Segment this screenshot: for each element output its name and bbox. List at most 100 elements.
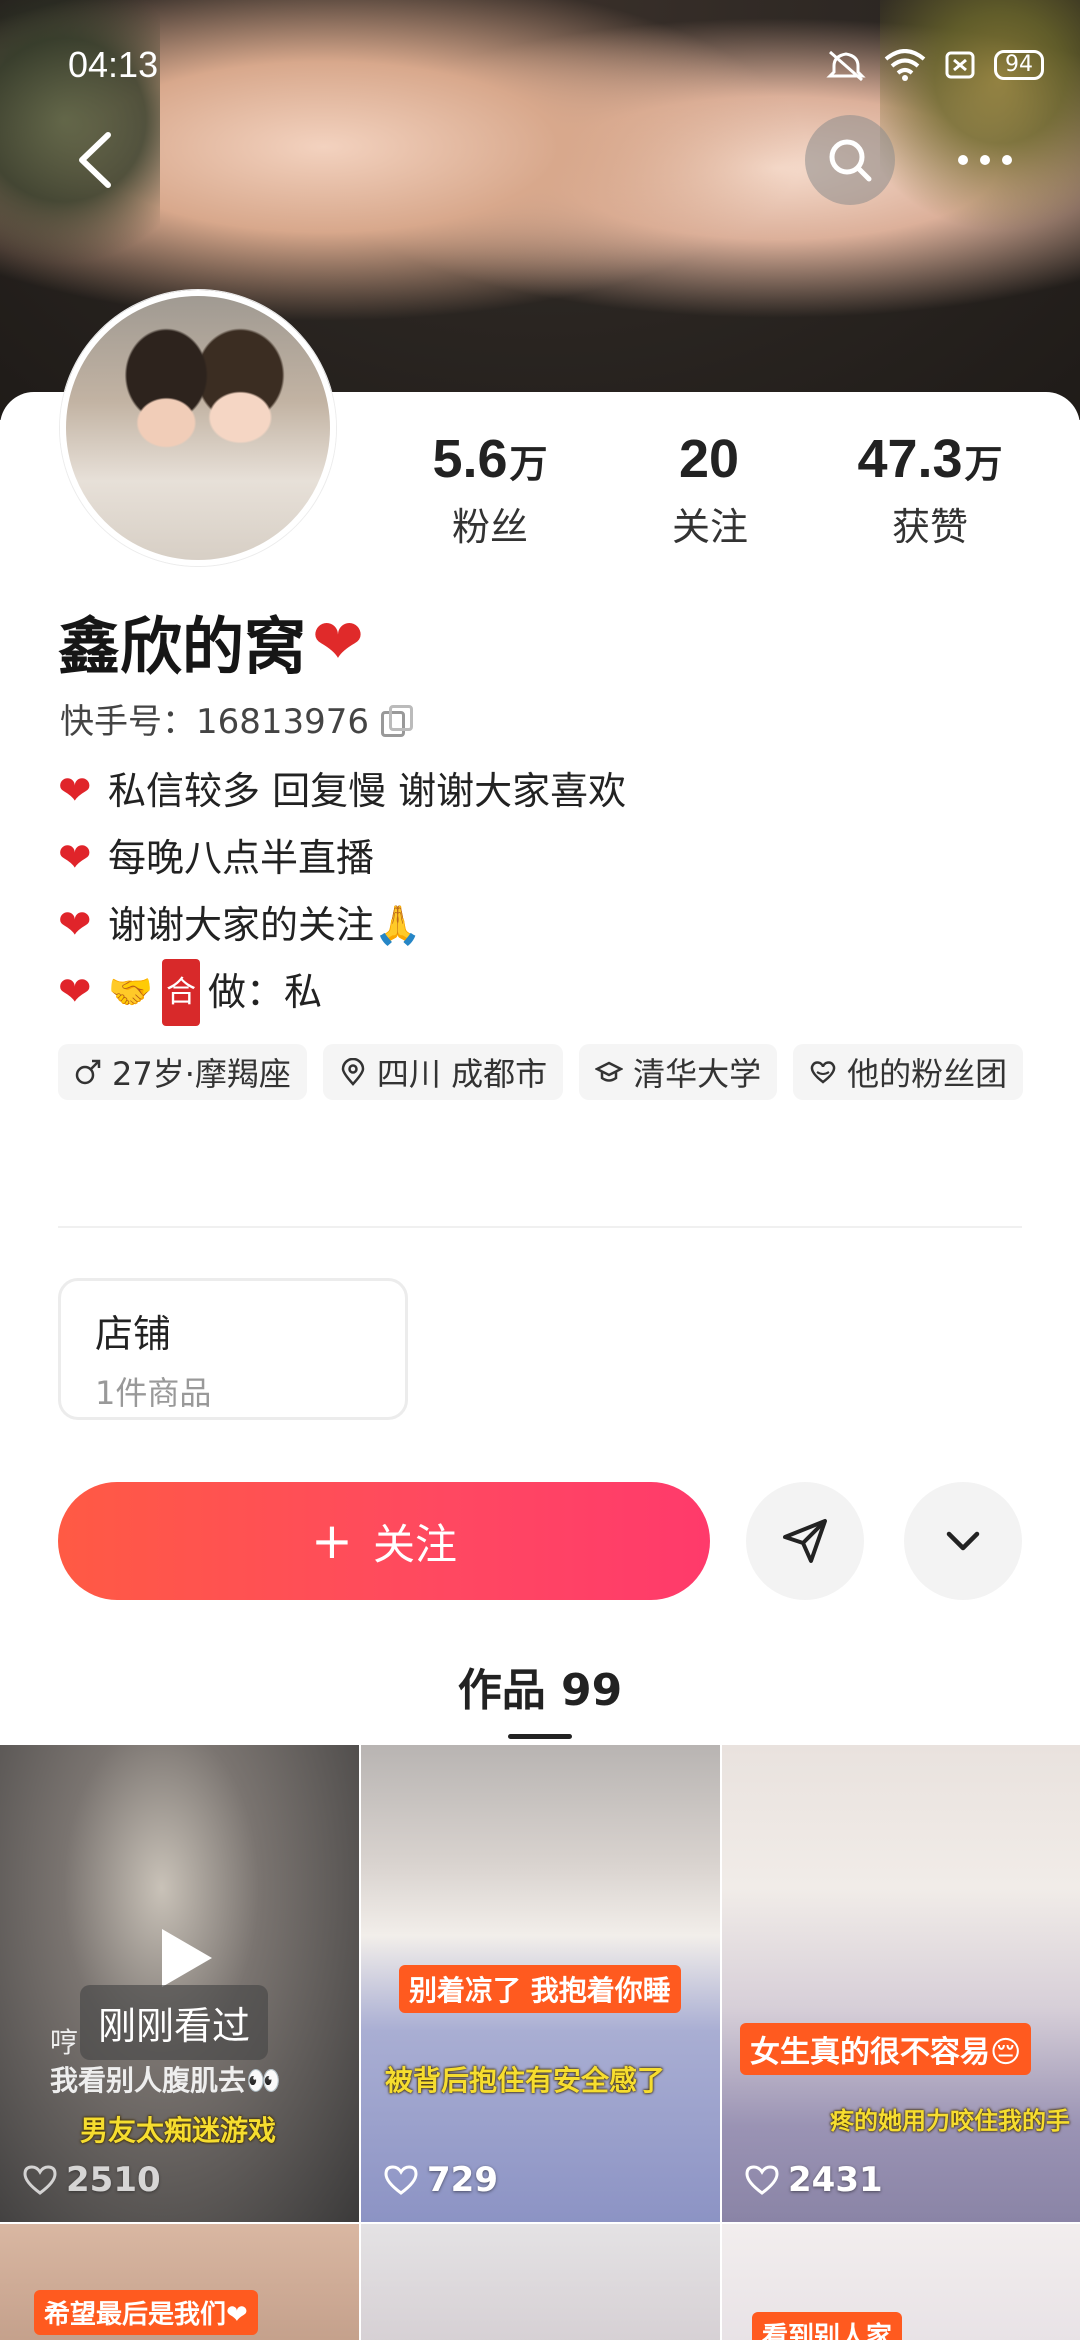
stat-fans-unit: 万 — [509, 442, 548, 486]
bio-text: 做：私 — [208, 970, 323, 1014]
tag-fan-club[interactable]: 他的粉丝团 — [793, 1044, 1024, 1100]
stat-following-value: 20 — [678, 429, 740, 489]
status-icons: 94 — [826, 48, 1044, 82]
status-bar: 04:13 94 — [68, 40, 1044, 90]
bio-text: 每晚八点半直播 — [108, 836, 375, 880]
more-dots-icon — [958, 155, 1012, 165]
search-button[interactable] — [805, 115, 895, 205]
heart-outline-icon — [23, 2165, 57, 2195]
tab-active-indicator — [508, 1734, 572, 1739]
video-likes: 729 — [383, 2160, 498, 2200]
tag-location[interactable]: 四川 成都市 — [322, 1044, 564, 1100]
stat-likes-value: 47.3 — [857, 429, 963, 489]
heart-icon: ❤ — [58, 835, 92, 881]
tag-location-text: 四川 成都市 — [376, 1055, 548, 1093]
video-tile[interactable]: 别着凉了 我抱着你睡 被背后抱住有安全感了 729 — [361, 1745, 720, 2222]
status-time: 04:13 — [68, 44, 159, 85]
bio: ❤ 私信较多 回复慢 谢谢大家喜欢 ❤ 每晚八点半直播 ❤ 谢谢大家的关注🙏 ❤… — [58, 758, 626, 1026]
video-caption-bottom: 男友太痴迷游戏 — [80, 2114, 277, 2147]
section-divider — [58, 1226, 1022, 1228]
tag-age-text: 27岁·摩羯座 — [112, 1055, 291, 1093]
play-icon — [162, 1929, 212, 1987]
video-likes-count: 2431 — [788, 2160, 883, 2200]
bio-text: 谢谢大家的关注🙏 — [108, 903, 422, 947]
profile-name-heart-icon: ❤ — [312, 604, 364, 678]
battery-icon: 94 — [994, 50, 1044, 80]
share-button[interactable] — [746, 1482, 864, 1600]
heart-outline-icon — [745, 2165, 779, 2195]
bio-line: ❤ 谢谢大家的关注🙏 — [58, 892, 626, 959]
stat-fans[interactable]: 5.6万 粉丝 — [380, 428, 600, 551]
avatar[interactable] — [60, 290, 336, 566]
bio-text: 私信较多 回复慢 谢谢大家喜欢 — [108, 769, 627, 813]
search-icon — [829, 139, 872, 182]
video-tile[interactable]: 哼 我看别人腹肌去👀 男友太痴迷游戏 刚刚看过 2510 — [0, 1745, 359, 2222]
video-caption-bottom: 被背后抱住有安全感了 — [385, 2064, 666, 2097]
video-tile[interactable]: 女生真的很不容易😔 疼的她用力咬住我的手 2431 — [722, 1745, 1080, 2222]
plus-icon: + — [311, 1512, 353, 1570]
wifi-icon — [884, 49, 926, 81]
video-caption-top: 女生真的很不容易😔 — [740, 2023, 1032, 2075]
back-button[interactable] — [62, 125, 142, 205]
shop-subtitle: 1件商品 — [95, 1374, 212, 1412]
bio-line: ❤ 每晚八点半直播 — [58, 825, 626, 892]
video-caption-bottom: 疼的她用力咬住我的手 — [830, 2107, 1070, 2135]
stat-fans-value: 5.6 — [432, 429, 508, 489]
male-icon — [75, 1059, 101, 1085]
heart-outline-icon — [384, 2165, 418, 2195]
chevron-down-icon — [946, 1531, 980, 1551]
video-caption-top: 别着凉了 我抱着你睡 — [399, 1965, 681, 2013]
user-id-text: 快手号：16813976 — [60, 702, 370, 742]
tag-age[interactable]: 27岁·摩羯座 — [58, 1044, 307, 1100]
profile-name: 鑫欣的窝 ❤ — [58, 596, 364, 686]
stat-following[interactable]: 20 关注 — [600, 428, 820, 551]
stat-likes-label: 获赞 — [891, 505, 968, 549]
follow-button[interactable]: + 关注 — [58, 1482, 710, 1600]
sim-icon — [945, 51, 975, 79]
shop-card[interactable]: 店铺 1件商品 — [58, 1278, 408, 1420]
chevron-left-icon — [79, 132, 111, 188]
mute-icon — [826, 50, 866, 82]
video-tile[interactable]: 看到别人家 — [722, 2224, 1080, 2340]
shop-title: 店铺 — [95, 1312, 172, 1356]
tab-works[interactable]: 作品 99 — [0, 1654, 1080, 1718]
expand-button[interactable] — [904, 1482, 1022, 1600]
video-tile[interactable] — [361, 2224, 720, 2340]
video-caption-top: 看到别人家 — [752, 2312, 903, 2340]
stat-fans-value-line: 5.6万 — [380, 428, 600, 490]
bio-line: ❤ 私信较多 回复慢 谢谢大家喜欢 — [58, 758, 626, 825]
handshake-icon: 🤝 — [108, 972, 153, 1013]
video-tile[interactable]: 希望最后是我们❤ — [0, 2224, 359, 2340]
follow-label: 关注 — [372, 1519, 457, 1569]
stat-following-label: 关注 — [671, 505, 748, 549]
profile-name-text: 鑫欣的窝 — [58, 610, 307, 683]
tag-school-text: 清华大学 — [633, 1055, 762, 1093]
more-button[interactable] — [940, 115, 1030, 205]
video-caption-mid: 我看别人腹肌去👀 — [50, 2064, 281, 2097]
video-likes: 2431 — [744, 2160, 883, 2200]
send-icon — [783, 1519, 827, 1563]
heart-icon: ❤ — [58, 969, 92, 1015]
heart-icon: ❤ — [58, 902, 92, 948]
top-nav — [0, 115, 1080, 215]
location-icon — [341, 1058, 365, 1086]
stat-likes-value-line: 47.3万 — [820, 428, 1040, 490]
stat-likes-unit: 万 — [964, 442, 1003, 486]
stat-following-value-line: 20 — [600, 428, 820, 490]
user-id[interactable]: 快手号：16813976 — [60, 694, 414, 743]
tag-fan-club-text: 他的粉丝团 — [847, 1055, 1008, 1093]
video-likes-count: 2510 — [66, 2160, 161, 2200]
tag-school[interactable]: 清华大学 — [579, 1044, 778, 1100]
fan-club-heart-icon — [810, 1061, 836, 1084]
video-grid: 哼 我看别人腹肌去👀 男友太痴迷游戏 刚刚看过 2510 别着凉了 我抱着你睡 … — [0, 1745, 1080, 2340]
stat-likes[interactable]: 47.3万 获赞 — [820, 428, 1040, 551]
video-caption-top: 希望最后是我们❤ — [34, 2290, 258, 2335]
bio-line: ❤ 🤝 合 做：私 — [58, 959, 626, 1026]
video-likes: 2510 — [22, 2160, 161, 2200]
recently-viewed-badge: 刚刚看过 — [80, 1985, 269, 2060]
profile-tags: 27岁·摩羯座 四川 成都市 清华大学 他的粉丝团 — [58, 1044, 1038, 1100]
graduation-cap-icon — [595, 1061, 624, 1082]
copy-icon[interactable] — [381, 704, 414, 737]
video-likes-count: 729 — [427, 2160, 498, 2200]
stats-row: 5.6万 粉丝 20 关注 47.3万 获赞 — [380, 428, 1040, 551]
